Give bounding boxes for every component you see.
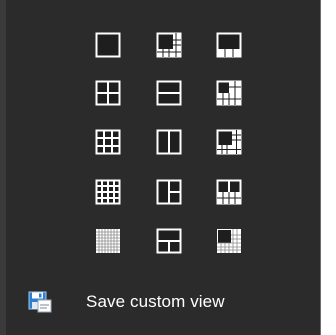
panel-left-edge	[0, 0, 6, 335]
save-custom-view-menu-item[interactable]: Save custom view	[28, 288, 225, 316]
one-plus-five-layout-icon	[156, 32, 182, 58]
left-large-split-layout-icon	[156, 179, 182, 205]
layout-one-plus-three-button[interactable]	[216, 32, 242, 58]
save-custom-view-label: Save custom view	[86, 292, 225, 311]
layout-one-plus-seven-button[interactable]	[216, 80, 242, 106]
layout-vertical-split-button[interactable]	[156, 129, 182, 155]
layout-quad-grid-button[interactable]	[95, 80, 121, 106]
layout-one-plus-fifteen-button[interactable]	[216, 228, 242, 254]
layout-sixteen-grid-button[interactable]	[95, 179, 121, 205]
layout-nine-grid-button[interactable]	[95, 129, 121, 155]
save-floppy-icon	[28, 291, 52, 313]
nine-grid-layout-icon	[95, 129, 121, 155]
layout-single-view-button[interactable]	[95, 32, 121, 58]
sixteen-grid-layout-icon	[95, 179, 121, 205]
quad-grid-layout-icon	[95, 80, 121, 106]
layout-two-plus-eight-button[interactable]	[216, 179, 242, 205]
sixty-four-grid-layout-icon	[96, 229, 120, 253]
panel-right-edge	[320, 0, 336, 335]
layout-one-plus-five-button[interactable]	[156, 32, 182, 58]
two-plus-eight-layout-icon	[216, 179, 242, 205]
layout-top-large-split-button[interactable]	[156, 228, 182, 254]
one-plus-three-layout-icon	[216, 32, 242, 58]
layout-sixty-four-grid-button[interactable]	[95, 228, 121, 254]
one-plus-twelve-layout-icon	[216, 129, 242, 155]
layout-horizontal-split-button[interactable]	[156, 80, 182, 106]
horizontal-split-layout-icon	[156, 80, 182, 106]
vertical-split-layout-icon	[156, 129, 182, 155]
layout-left-large-split-button[interactable]	[156, 179, 182, 205]
single-view-layout-icon	[95, 32, 121, 58]
top-large-split-layout-icon	[156, 228, 182, 254]
one-plus-fifteen-layout-icon	[217, 229, 241, 253]
layout-one-plus-twelve-button[interactable]	[216, 129, 242, 155]
one-plus-seven-layout-icon	[216, 80, 242, 106]
